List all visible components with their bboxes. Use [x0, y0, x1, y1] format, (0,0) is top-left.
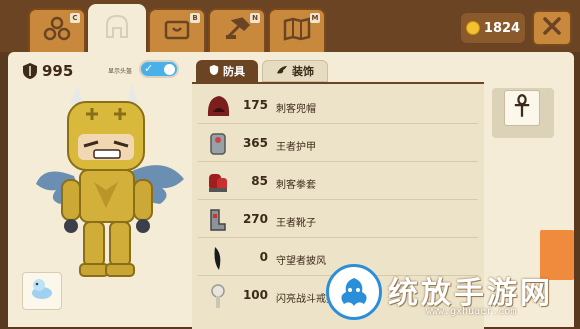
helmet-icon	[102, 13, 132, 45]
character-model[interactable]	[34, 84, 184, 280]
item-value: 365	[242, 136, 268, 150]
close-icon	[542, 16, 562, 40]
top-tab-bar: C B N M 1824	[0, 0, 580, 52]
hat-toggle-label: 显示头盔	[108, 68, 133, 75]
watermark-url: www.gxhuaer.com	[426, 306, 517, 317]
tab-equipment[interactable]	[88, 4, 146, 52]
item-value: 85	[251, 174, 268, 188]
equipment-row[interactable]: 175 刺客兜帽	[192, 88, 484, 124]
item-name: 王者护甲	[276, 142, 316, 153]
toggle-knob	[164, 64, 175, 75]
cape-icon	[200, 242, 236, 274]
map-book-icon	[282, 15, 312, 47]
coin-counter: 1824	[461, 13, 525, 43]
gauntlet-icon	[200, 166, 236, 198]
ankh-icon	[513, 94, 531, 122]
tab-armor[interactable]: 防具	[196, 60, 258, 82]
armor-icon	[200, 128, 236, 160]
item-value: 175	[242, 98, 268, 112]
hammer-icon	[222, 15, 252, 47]
tab-armor-label: 防具	[223, 65, 245, 78]
wing-icon	[276, 65, 288, 78]
shield-icon	[22, 62, 38, 80]
watermark: 统放手游网 www.gxhuaer.com	[326, 262, 580, 327]
pet-icon	[27, 275, 57, 307]
close-button[interactable]	[532, 10, 572, 46]
hotkey-badge: M	[310, 13, 320, 23]
revive-slot[interactable]	[504, 90, 540, 126]
row-divider	[198, 161, 478, 162]
item-value: 0	[259, 250, 268, 264]
item-name: 王者靴子	[276, 218, 316, 229]
item-name: 刺客拳套	[276, 180, 316, 191]
equipment-row[interactable]: 270 王者靴子	[192, 202, 484, 238]
equipment-row[interactable]: 365 王者护甲	[192, 126, 484, 162]
power-display: 995	[22, 62, 73, 80]
group-icon	[42, 15, 72, 47]
tab-team[interactable]: C	[28, 8, 86, 52]
tab-forge[interactable]: N	[208, 8, 266, 52]
tab-chest[interactable]: B	[148, 8, 206, 52]
hotkey-badge: N	[250, 13, 260, 23]
row-divider	[198, 199, 478, 200]
item-name: 刺客兜帽	[276, 104, 316, 115]
tab-decoration[interactable]: 装饰	[262, 60, 328, 82]
power-value: 995	[42, 62, 74, 80]
hotkey-badge: C	[70, 13, 80, 23]
item-name: 守望者披风	[276, 256, 326, 267]
chest-icon	[162, 15, 192, 47]
check-icon: ✓	[144, 62, 154, 75]
watermark-logo	[326, 264, 382, 320]
item-value: 100	[242, 288, 268, 302]
equipment-row[interactable]: 85 刺客拳套	[192, 164, 484, 200]
shield-icon	[209, 64, 219, 79]
item-value: 270	[242, 212, 268, 226]
tab-decoration-label: 装饰	[292, 65, 314, 78]
coin-icon	[465, 21, 480, 35]
row-divider	[198, 237, 478, 238]
hotkey-badge: B	[190, 13, 200, 23]
coin-amount: 1824	[483, 20, 521, 36]
pet-slot[interactable]	[22, 272, 62, 310]
boots-icon	[200, 204, 236, 236]
character-area: 995 显示头盔 ✓	[8, 52, 186, 327]
ring-icon	[200, 280, 236, 312]
hood-icon	[200, 90, 236, 122]
row-divider	[198, 123, 478, 124]
tab-book[interactable]: M	[268, 8, 326, 52]
hat-toggle[interactable]: ✓	[139, 60, 179, 78]
